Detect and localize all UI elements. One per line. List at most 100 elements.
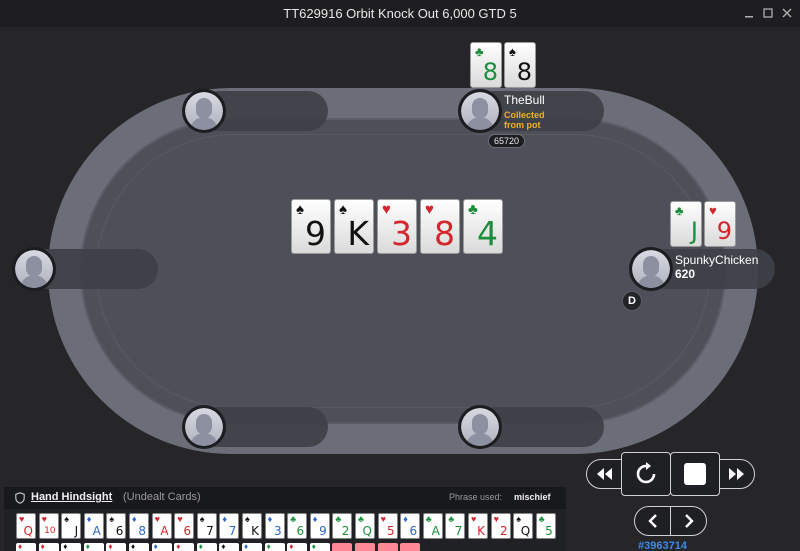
undealt-card-partial: ♦ xyxy=(196,542,217,551)
player-name: TheBull xyxy=(504,93,545,107)
hindsight-title[interactable]: Hand Hindsight xyxy=(31,491,112,503)
card-rank: 3 xyxy=(391,214,412,253)
card-rank: 3 xyxy=(273,524,282,538)
board-card-2: ♠ K xyxy=(334,199,374,254)
avatar xyxy=(629,247,673,291)
phrase-label: Phrase used: xyxy=(449,492,503,502)
card-rank: 8 xyxy=(138,524,146,538)
next-hand-button[interactable] xyxy=(670,506,707,536)
card-suit: ♥ xyxy=(471,514,477,524)
card-suit: ♦ xyxy=(289,542,294,551)
fast-forward-icon xyxy=(729,468,744,480)
undealt-card: ♣ A xyxy=(422,513,443,539)
card-suit: ♥ xyxy=(493,514,499,524)
card-suit: ♣ xyxy=(358,514,364,524)
card-suit: ♦ xyxy=(266,542,271,551)
card-suit: ♦ xyxy=(85,542,90,551)
title-bar: TT629916 Orbit Knock Out 6,000 GTD 5 xyxy=(0,0,800,27)
rewind-button[interactable] xyxy=(586,459,622,489)
card-suit: ♣ xyxy=(335,514,342,524)
card-rank: Q xyxy=(362,524,372,538)
card-suit: ♦ xyxy=(40,542,45,551)
card-suit: ♦ xyxy=(311,542,316,551)
undealt-card-partial: ♦ xyxy=(16,542,36,551)
undealt-card: ♠ Q xyxy=(513,513,534,539)
hand-id-link[interactable]: #3963714 xyxy=(638,540,687,551)
dealer-button: D xyxy=(622,291,642,311)
undealt-card-partial: ♦ xyxy=(129,542,149,551)
undealt-card: ♠ 6 xyxy=(106,513,127,539)
previous-hand-button[interactable] xyxy=(634,506,671,536)
hand-hindsight-panel: Hand Hindsight (Undealt Cards) Phrase us… xyxy=(4,487,566,551)
card-suit: ♣ xyxy=(475,44,484,59)
card-suit: ♦ xyxy=(244,542,249,551)
board-card-5: ♣ 4 xyxy=(463,199,503,254)
card-suit: ♥ xyxy=(41,514,47,524)
card-suit: ♥ xyxy=(177,514,183,524)
card-rank: 6 xyxy=(183,524,192,538)
undealt-card-partial: ♦ xyxy=(309,542,330,551)
stop-button[interactable] xyxy=(670,452,720,496)
card-suit: ♥ xyxy=(154,514,160,524)
undealt-card-partial: ♦ xyxy=(83,542,104,551)
avatar xyxy=(12,247,56,291)
card-suit: ♦ xyxy=(222,514,227,524)
card-suit: ♦ xyxy=(312,514,318,524)
hand-hindsight-header: Hand Hindsight (Undealt Cards) Phrase us… xyxy=(4,487,566,509)
card-rank: K xyxy=(251,524,259,538)
card-suit: ♠ xyxy=(199,514,205,524)
spunky-hole-card-2: ♥ 9 xyxy=(704,201,736,247)
undealt-card: ♦ 3 xyxy=(264,513,285,539)
fast-forward-button[interactable] xyxy=(719,459,755,489)
card-rank: 6 xyxy=(296,524,305,538)
card-rank: 5 xyxy=(386,524,395,538)
undealt-card: ♣ 5 xyxy=(535,513,556,539)
undealt-card-partial: ♦ xyxy=(219,542,240,551)
card-suit: ♥ xyxy=(709,203,717,218)
bet-amount: 65720 xyxy=(488,134,526,148)
card-rank: K xyxy=(477,524,485,538)
card-suit: ♦ xyxy=(153,542,158,551)
card-suit: ♠ xyxy=(64,514,69,524)
card-rank: K xyxy=(347,214,369,253)
chevron-left-icon xyxy=(647,514,657,528)
card-suit: ♥ xyxy=(19,514,25,524)
card-rank: 6 xyxy=(409,524,418,538)
card-suit: ♦ xyxy=(63,542,68,551)
undealt-card-partial: ♦ xyxy=(242,542,262,551)
card-rank: 10 xyxy=(44,526,56,536)
undealt-card: ♠ K xyxy=(242,513,262,539)
undealt-card: ♥ A xyxy=(151,513,172,539)
card-rank: Q xyxy=(520,524,531,538)
card-suit: ♦ xyxy=(131,542,136,551)
card-suit: ♣ xyxy=(675,203,684,218)
table-inner-line xyxy=(96,134,710,408)
card-suit: ♦ xyxy=(267,514,273,524)
card-rank: 7 xyxy=(206,524,214,538)
card-suit: ♠ xyxy=(296,201,304,218)
undealt-card-partial xyxy=(377,543,398,551)
chevron-right-icon xyxy=(684,514,694,528)
card-rank: 7 xyxy=(228,524,237,538)
thebull-hole-card-2: ♠ 8 xyxy=(504,42,536,88)
close-icon[interactable] xyxy=(776,0,798,27)
undealt-card-partial: ♦ xyxy=(151,542,172,551)
card-suit: ♠ xyxy=(339,201,347,218)
phrase-value: mischief xyxy=(514,492,551,502)
stop-icon xyxy=(684,463,706,485)
avatar xyxy=(458,405,502,449)
board-card-4: ♥ 8 xyxy=(420,199,460,254)
card-rank: 2 xyxy=(341,524,350,538)
rewind-icon xyxy=(597,468,612,480)
card-suit: ♦ xyxy=(108,542,113,551)
undealt-card-partial xyxy=(332,543,353,551)
undealt-card: ♣ Q xyxy=(355,513,375,539)
board-card-1: ♠ 9 xyxy=(291,199,331,254)
card-rank: A xyxy=(431,524,440,538)
poker-replay-window: TT629916 Orbit Knock Out 6,000 GTD 5 ♣ 8… xyxy=(0,0,800,551)
replay-button[interactable] xyxy=(621,452,671,496)
undealt-card: ♦ 8 xyxy=(129,513,149,539)
board-card-3: ♥ 3 xyxy=(377,199,417,254)
thebull-hole-card-1: ♣ 8 xyxy=(470,42,502,88)
avatar xyxy=(182,405,226,449)
